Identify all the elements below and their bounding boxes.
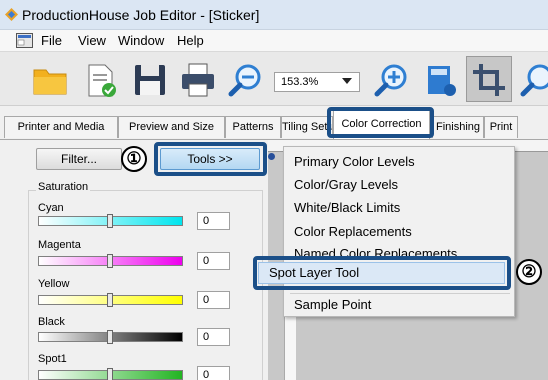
menu-item-white-black-limits[interactable]: White/Black Limits: [294, 200, 400, 215]
callout-1: ①: [121, 146, 147, 172]
app-icon: [5, 8, 18, 21]
menu-view[interactable]: View: [78, 33, 106, 48]
toolbar: 153.3%: [0, 52, 548, 106]
slider-thumb-spot1[interactable]: [107, 368, 113, 380]
radio-indicator: [268, 153, 275, 160]
tab-print[interactable]: Print: [484, 116, 518, 138]
slider-thumb-yellow[interactable]: [107, 293, 113, 307]
slider-thumb-cyan[interactable]: [107, 214, 113, 228]
tab-strip: Printer and Media Preview and Size Patte…: [0, 106, 548, 140]
channel-label-cyan: Cyan: [38, 202, 64, 214]
callout-2: ②: [516, 259, 542, 285]
tab-printer-and-media[interactable]: Printer and Media: [4, 116, 118, 138]
menu-separator: [290, 293, 510, 294]
tools-dropdown-menu: Primary Color Levels Color/Gray Levels W…: [283, 146, 515, 317]
tab-tiling-setup[interactable]: Tiling Setu: [281, 116, 333, 138]
zoom-icon[interactable]: [520, 60, 548, 100]
menu-item-sample-point[interactable]: Sample Point: [294, 297, 371, 312]
menu-bar: File View Window Help: [0, 30, 548, 52]
folder-icon[interactable]: [30, 60, 70, 100]
bookmark-icon[interactable]: [420, 60, 460, 100]
channel-value-spot1[interactable]: 0: [197, 366, 230, 380]
document-icon[interactable]: [16, 33, 33, 48]
menu-help[interactable]: Help: [177, 33, 204, 48]
channel-label-black: Black: [38, 316, 65, 328]
tools-highlight-frame: [154, 142, 267, 176]
print-icon[interactable]: [178, 60, 218, 100]
saturation-title: Saturation: [36, 181, 91, 193]
tab-preview-and-size[interactable]: Preview and Size: [118, 116, 225, 138]
zoom-value: 153.3%: [281, 76, 319, 88]
filter-button[interactable]: Filter...: [36, 148, 122, 170]
menu-item-color-replacements[interactable]: Color Replacements: [294, 224, 412, 239]
slider-thumb-black[interactable]: [107, 330, 113, 344]
zoom-out-icon[interactable]: [226, 60, 266, 100]
slider-thumb-magenta[interactable]: [107, 254, 113, 268]
channel-value-yellow[interactable]: 0: [197, 291, 230, 309]
zoom-in-icon[interactable]: [372, 60, 412, 100]
channel-value-cyan[interactable]: 0: [197, 212, 230, 230]
menu-item-primary-color-levels[interactable]: Primary Color Levels: [294, 154, 415, 169]
tab-highlight-frame: [327, 107, 434, 138]
spot-layer-highlight-frame: [253, 256, 511, 290]
menu-window[interactable]: Window: [118, 33, 164, 48]
channel-label-yellow: Yellow: [38, 278, 70, 290]
channel-value-magenta[interactable]: 0: [197, 252, 230, 270]
channel-value-black[interactable]: 0: [197, 328, 230, 346]
window-title: ProductionHouse Job Editor - [Sticker]: [22, 7, 260, 23]
zoom-select[interactable]: 153.3%: [274, 72, 360, 92]
chevron-down-icon: [342, 78, 352, 84]
tab-finishing[interactable]: Finishing: [432, 116, 484, 138]
title-bar: ProductionHouse Job Editor - [Sticker]: [0, 0, 548, 30]
save-icon[interactable]: [130, 60, 170, 100]
tab-patterns[interactable]: Patterns: [225, 116, 281, 138]
crop-icon: [473, 64, 505, 96]
document-check-icon[interactable]: [80, 60, 120, 100]
menu-item-color-gray-levels[interactable]: Color/Gray Levels: [294, 177, 398, 192]
channel-label-spot1: Spot1: [38, 353, 67, 365]
menu-file[interactable]: File: [41, 33, 62, 48]
channel-label-magenta: Magenta: [38, 239, 81, 251]
